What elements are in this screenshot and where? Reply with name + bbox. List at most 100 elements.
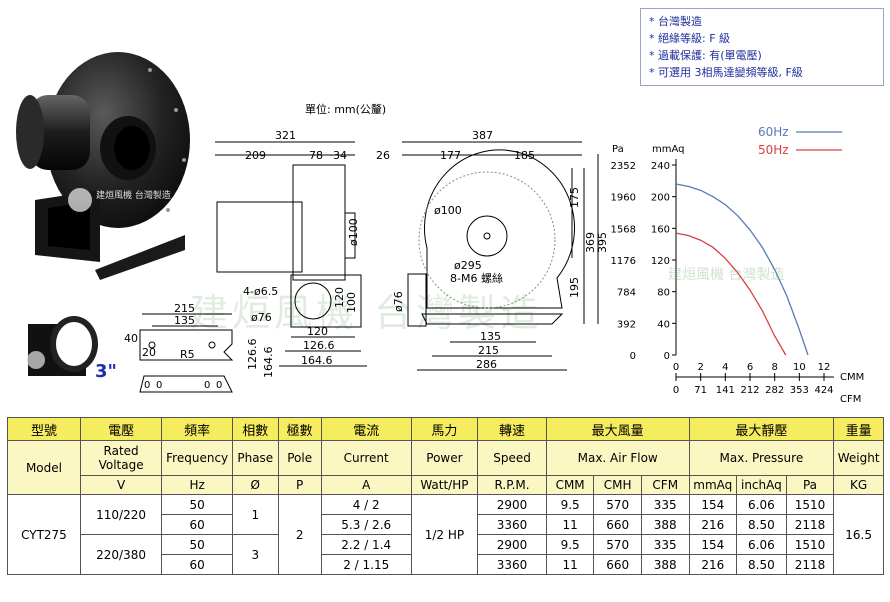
chart-series-50Hz bbox=[675, 232, 787, 356]
chart-y-tick-mmaq: 80 bbox=[657, 288, 670, 299]
dim-base-120: 120 bbox=[307, 325, 328, 338]
unit-cmm: CMM bbox=[545, 475, 595, 495]
cell-inchaq: 8.50 bbox=[736, 514, 787, 535]
table-header-units: V Hz Ø P A Watt/HP R.P.M. CMM CMH CFM mm… bbox=[8, 475, 884, 495]
th-current-en: Current bbox=[320, 440, 412, 476]
th-frequency-en: Frequency bbox=[161, 440, 234, 476]
unit-watt-hp: Watt/HP bbox=[410, 475, 479, 495]
table-row: CYT275 110/220 50 1 2 4 / 2 1/2 HP 2900 … bbox=[7, 494, 884, 575]
table-header-chinese: 型號 電壓 頻率 相數 極數 電流 馬力 轉速 最大風量 最大靜壓 重量 bbox=[7, 417, 884, 441]
chart-y-tick-mmaq: 200 bbox=[651, 193, 670, 204]
unit-label: 單位: mm(公釐) bbox=[305, 103, 387, 116]
chart-x-unit-cfm: CFM bbox=[840, 394, 861, 405]
dim-flange-r5: R5 bbox=[180, 348, 195, 361]
flange-size-label: 3" bbox=[95, 361, 117, 382]
chart-y-tick-pa: 784 bbox=[617, 288, 636, 299]
chart-x-tick-cfm: 141 bbox=[716, 385, 735, 396]
cell-rpm: 2900 bbox=[477, 494, 547, 515]
th-current-zh: 電流 bbox=[320, 417, 412, 441]
unit-amp: A bbox=[320, 475, 412, 495]
chart-x-unit-cmm: CMM bbox=[840, 372, 864, 383]
dim-outlet-76: ø76 bbox=[392, 291, 405, 312]
dim-flange-135: 135 bbox=[174, 314, 195, 327]
chart-y-tick-mmaq: 40 bbox=[657, 319, 670, 330]
cell-cfm: 335 bbox=[640, 534, 690, 555]
cell-cmh: 570 bbox=[593, 494, 642, 515]
cell-voltage-group-1: 110/220 bbox=[79, 494, 163, 535]
spec-table: 型號 電壓 頻率 相數 極數 電流 馬力 轉速 最大風量 最大靜壓 重量 Mod… bbox=[7, 417, 884, 575]
unit-pa: Pa bbox=[785, 475, 835, 495]
dim-base-135: 135 bbox=[480, 330, 501, 343]
cell-weight: 16.5 bbox=[833, 494, 884, 575]
legend-label-60Hz: 60Hz bbox=[758, 125, 789, 139]
blower-photo: 建烜風機 台灣製造 bbox=[16, 52, 190, 280]
svg-text:0: 0 bbox=[204, 380, 210, 391]
cell-cmm: 11 bbox=[545, 514, 595, 535]
chart-brand-watermark: 建烜風機 台灣製造 bbox=[668, 267, 785, 283]
cell-mmaq: 154 bbox=[688, 494, 738, 515]
dim-flange-126: 126.6 bbox=[246, 339, 259, 371]
cell-rpm: 3360 bbox=[477, 554, 547, 575]
chart-y-tick-pa: 392 bbox=[617, 319, 636, 330]
cell-hz: 60 bbox=[161, 554, 234, 575]
th-voltage-zh: 電壓 bbox=[79, 417, 163, 441]
photo-brand-badge: 建烜風機 台灣製造 bbox=[96, 189, 171, 201]
cell-cmm: 9.5 bbox=[545, 534, 595, 555]
cell-cfm: 388 bbox=[640, 554, 690, 575]
dim-bolt-m6: 8-M6 螺絲 bbox=[450, 271, 503, 285]
chart-x-tick-cmm: 2 bbox=[697, 362, 703, 373]
chart-y-unit-pa: Pa bbox=[612, 144, 624, 155]
cell-model: CYT275 bbox=[7, 494, 81, 575]
unit-pole: P bbox=[277, 475, 322, 495]
chart-y-tick-pa: 1568 bbox=[611, 224, 636, 235]
dim-total-length: 321 bbox=[275, 129, 296, 142]
th-weight-en: Weight bbox=[833, 440, 884, 476]
dim-motor-length: 209 bbox=[245, 149, 266, 162]
svg-text:0: 0 bbox=[216, 380, 222, 391]
chart-x-tick-cfm: 424 bbox=[814, 385, 833, 396]
th-phase-zh: 相數 bbox=[232, 417, 279, 441]
dim-left-177: 177 bbox=[440, 149, 461, 162]
dim-base-215: 215 bbox=[478, 344, 499, 357]
cell-phase-group-2: 3 bbox=[232, 534, 279, 575]
unit-v: V bbox=[79, 475, 163, 495]
chart-legend: 60Hz 50Hz bbox=[758, 125, 842, 157]
th-airflow-en: Max. Air Flow bbox=[545, 440, 690, 476]
unit-inchaq: inchAq bbox=[736, 475, 787, 495]
flange-drawing: 215 135 40 20 R5 0 0 0 0 126.6 164.6 bbox=[124, 302, 275, 393]
unit-kg: KG bbox=[833, 475, 884, 495]
th-speed-zh: 轉速 bbox=[477, 417, 547, 441]
dim-base-286: 286 bbox=[476, 358, 497, 371]
dim-right-185: 185 bbox=[514, 149, 535, 162]
dim-flange-164: 164.6 bbox=[262, 347, 275, 379]
dim-offset-26: 26 bbox=[376, 149, 390, 162]
dim-circle-295: ø295 bbox=[454, 259, 482, 272]
dim-upper-175: 175 bbox=[568, 187, 581, 208]
cell-pa: 1510 bbox=[785, 494, 835, 515]
chart-x-tick-cmm: 4 bbox=[722, 362, 728, 373]
dim-base-164: 164.6 bbox=[301, 354, 333, 367]
unit-mmaq: mmAq bbox=[688, 475, 738, 495]
chart-x-tick-cmm: 12 bbox=[818, 362, 831, 373]
chart-x-tick-cfm: 0 bbox=[673, 385, 679, 396]
th-speed-en: Speed bbox=[477, 440, 547, 476]
cell-current: 2 / 1.15 bbox=[320, 554, 412, 575]
cell-current: 5.3 / 2.6 bbox=[320, 514, 412, 535]
unit-rpm: R.P.M. bbox=[477, 475, 547, 495]
chart-x-tick-cfm: 353 bbox=[790, 385, 809, 396]
dim-front-width: 387 bbox=[472, 129, 493, 142]
chart-y-tick-mmaq: 240 bbox=[651, 161, 670, 172]
cell-cmm: 11 bbox=[545, 554, 595, 575]
note-insulation-class: * 絕緣等級: F 級 bbox=[649, 32, 731, 45]
th-frequency-zh: 頻率 bbox=[161, 417, 234, 441]
th-power-zh: 馬力 bbox=[410, 417, 479, 441]
note-overload-protection: * 過載保護: 有(單電壓) bbox=[649, 49, 762, 62]
th-model-en: Model bbox=[7, 440, 81, 495]
th-pole-zh: 極數 bbox=[277, 417, 322, 441]
svg-text:0: 0 bbox=[144, 380, 150, 391]
dim-inlet-length: 34 bbox=[333, 149, 347, 162]
cell-cfm: 388 bbox=[640, 514, 690, 535]
dim-base-126: 126.6 bbox=[303, 339, 335, 352]
unit-cfm: CFM bbox=[640, 475, 690, 495]
dim-flange-height: 100 bbox=[345, 292, 358, 313]
